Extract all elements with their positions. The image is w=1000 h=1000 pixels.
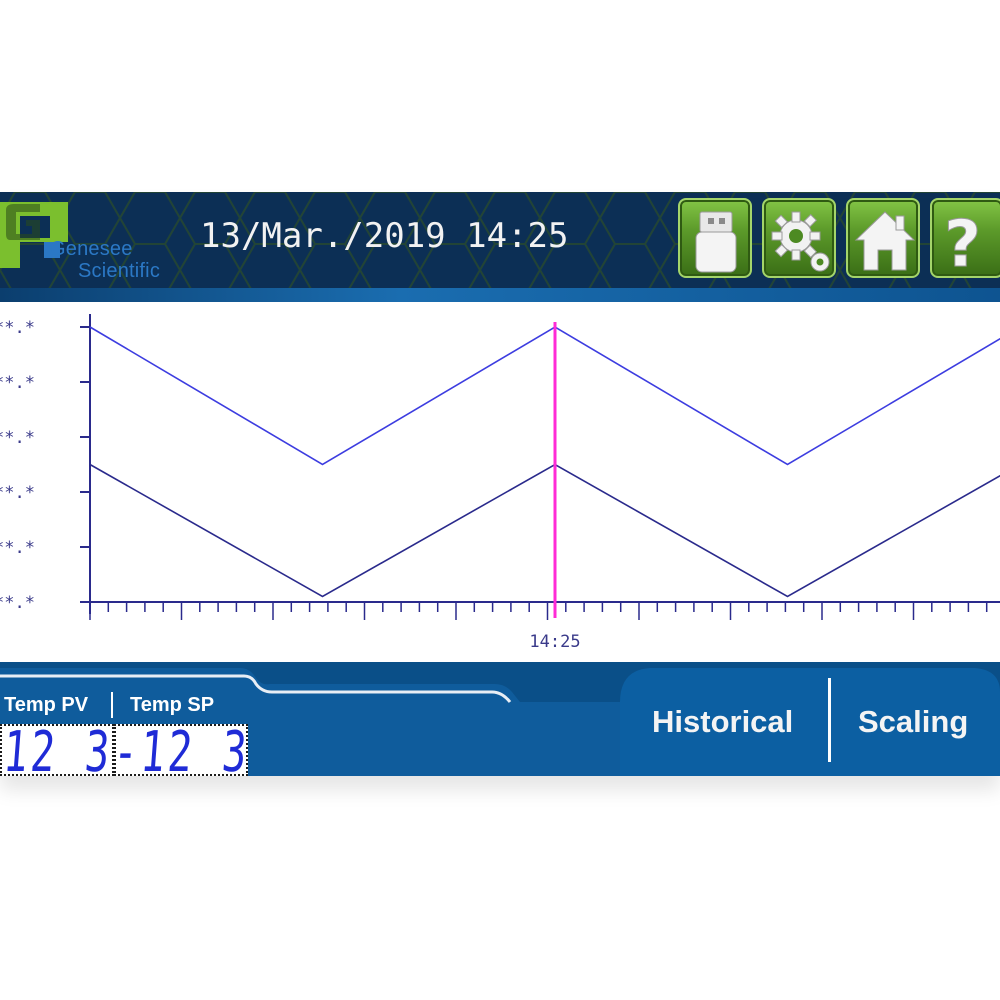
gear-icon <box>771 211 830 272</box>
tab-divider <box>828 678 831 762</box>
temp-sp-display[interactable]: -12 3 <box>114 724 248 776</box>
x-tick-label: 14:25 <box>529 632 580 652</box>
trend-line-1 <box>89 326 1000 466</box>
trend-chart-svg: **.* **.* **.* **.* **.* **.* 14:25 <box>0 314 1000 652</box>
hmi-screen: Genesee Scientific 13/Mar./2019 14:25 ? … <box>0 192 1000 776</box>
temp-sp-label: Temp SP <box>130 694 215 716</box>
y-tick-label: **.* <box>0 483 35 503</box>
y-tick-label: **.* <box>0 373 35 393</box>
temp-pv-display: 12 3 <box>0 724 114 776</box>
datetime-display: 13/Mar./2019 14:25 <box>200 216 569 256</box>
temp-sp-value: -12 3 <box>114 724 248 776</box>
trend-chart: **.* **.* **.* **.* **.* **.* 14:25 <box>0 302 1000 662</box>
logo-line-1: Genesee <box>50 238 133 260</box>
svg-text:?: ? <box>944 208 981 278</box>
usb-button[interactable] <box>678 198 752 278</box>
tab-historical[interactable]: Historical <box>652 704 793 740</box>
y-tick-label: **.* <box>0 318 35 338</box>
usb-icon <box>695 211 737 273</box>
help-button[interactable]: ? <box>930 198 1000 278</box>
brand-logo-text: Genesee Scientific <box>50 238 160 282</box>
header-bar: Genesee Scientific 13/Mar./2019 14:25 ? <box>0 192 1000 290</box>
logo-line-2: Scientific <box>78 260 161 282</box>
temp-pv-value: 12 3 <box>1 724 114 776</box>
settings-button[interactable] <box>762 198 836 278</box>
bottom-panel: Temp PV Temp SP 12 3 -12 3 Historical Sc… <box>0 662 1000 776</box>
trend-line-2 <box>89 463 1000 598</box>
temp-pv-label: Temp PV <box>4 694 89 716</box>
help-icon: ? <box>944 208 982 278</box>
y-tick-label: **.* <box>0 538 35 558</box>
y-tick-label: **.* <box>0 593 35 613</box>
y-tick-label: **.* <box>0 428 35 448</box>
home-button[interactable] <box>846 198 920 278</box>
tab-scaling[interactable]: Scaling <box>858 704 968 740</box>
home-icon <box>854 211 916 271</box>
header-accent-stripe <box>0 288 1000 302</box>
label-divider <box>111 692 113 718</box>
